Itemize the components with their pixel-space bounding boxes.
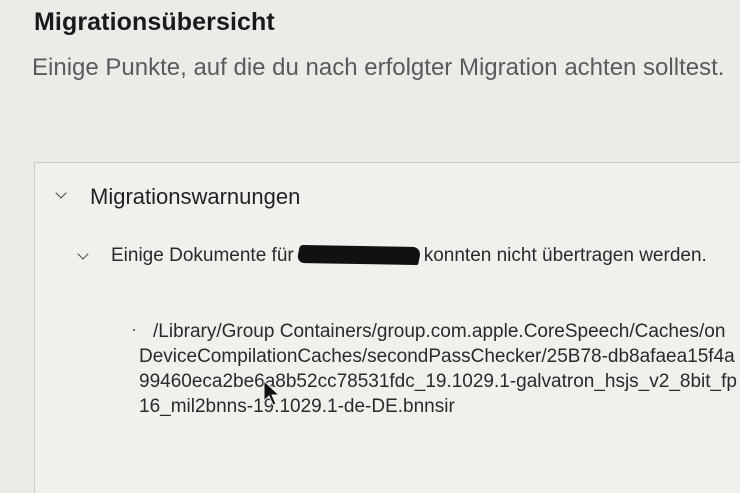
chevron-down-icon[interactable] xyxy=(77,248,89,260)
file-path: /Library/Group Containers/group.com.appl… xyxy=(139,321,737,417)
failed-documents-title[interactable]: Einige Dokumente für konnten nicht übertr… xyxy=(111,243,731,269)
page-subtitle: Einige Punkte, auf die du nach erfolgter… xyxy=(32,54,725,81)
chevron-down-icon[interactable] xyxy=(55,187,67,199)
page-title: Migrationsübersicht xyxy=(34,8,275,36)
section-title: Migrationswarnungen xyxy=(90,184,301,209)
bullet-icon: · xyxy=(131,319,137,339)
migration-warnings-header[interactable]: Migrationswarnungen xyxy=(35,181,735,213)
mouse-pointer-icon xyxy=(263,380,281,406)
migration-warnings-panel: Migrationswarnungen Einige Dokumente für… xyxy=(34,162,740,493)
warning-text-before: Einige Dokumente für xyxy=(111,245,294,266)
redacted-name xyxy=(296,244,422,266)
warning-text-after: konnten nicht übertragen werden. xyxy=(423,245,707,266)
